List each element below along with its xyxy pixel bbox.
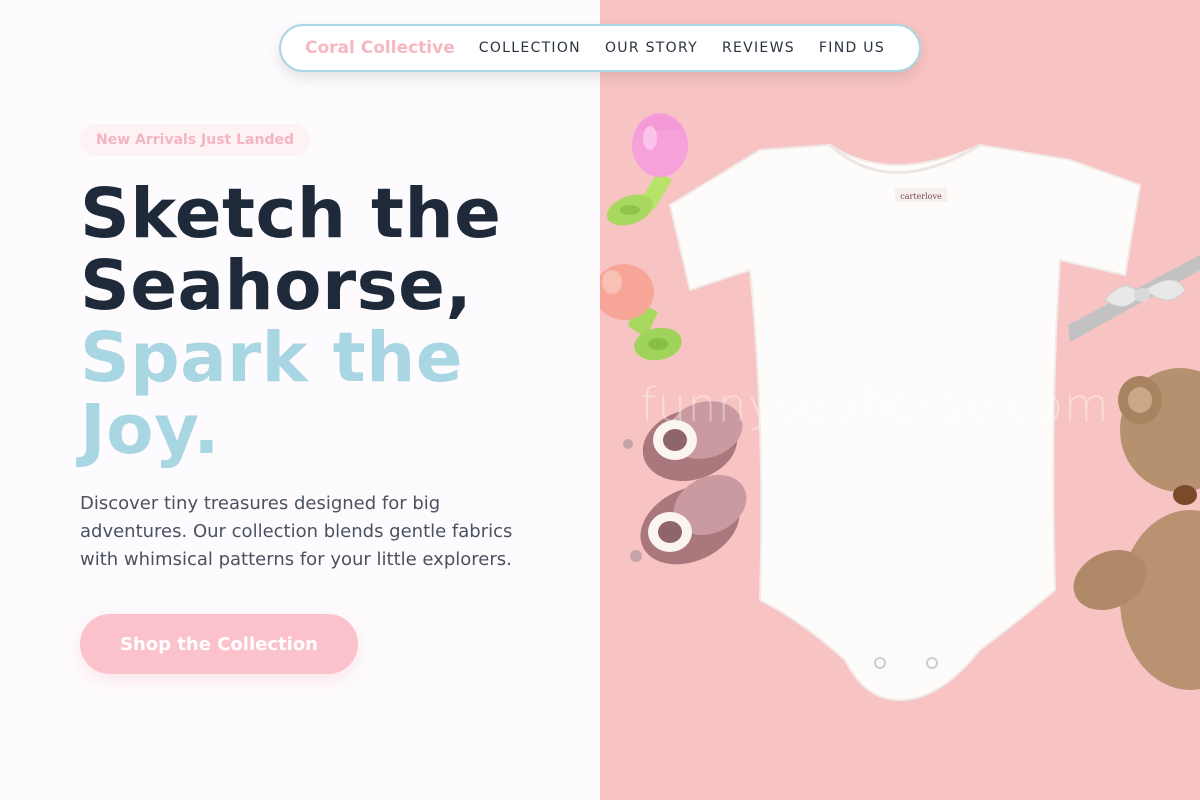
headline-line-4: Joy. (80, 390, 220, 470)
headline-line-1: Sketch the (80, 174, 502, 254)
top-navigation: Coral Collective COLLECTION OUR STORY RE… (279, 24, 921, 72)
bow-headband-icon (1068, 255, 1200, 342)
hero-headline: Sketch the Seahorse, Spark the Joy. (80, 178, 580, 466)
shop-collection-button[interactable]: Shop the Collection (80, 614, 358, 674)
brand-logo[interactable]: Coral Collective (305, 38, 455, 58)
headline-line-3: Spark the (80, 318, 463, 398)
baby-bootie-icon (630, 474, 747, 565)
headline-line-2: Seahorse, (80, 246, 473, 326)
new-arrivals-badge: New Arrivals Just Landed (80, 124, 310, 156)
teether-icon (600, 264, 682, 361)
image-watermark: funnyseahorse.com (640, 378, 1110, 432)
nav-link-find-us[interactable]: FIND US (819, 40, 885, 56)
nav-link-our-story[interactable]: OUR STORY (605, 40, 698, 56)
onesie-tag-label: carterlove (900, 192, 942, 201)
nav-link-collection[interactable]: COLLECTION (479, 40, 581, 56)
nav-link-reviews[interactable]: REVIEWS (722, 40, 795, 56)
hero-description: Discover tiny treasures designed for big… (80, 493, 513, 570)
